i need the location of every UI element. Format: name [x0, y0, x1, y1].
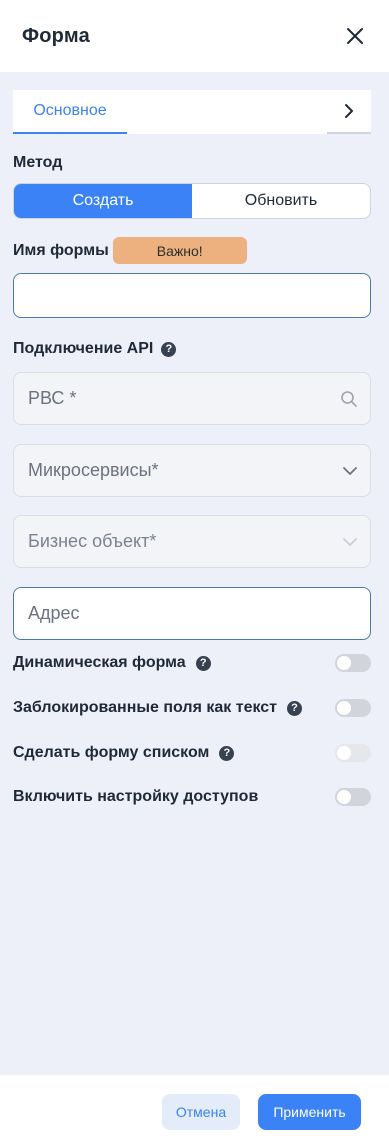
help-icon[interactable]: ? — [195, 655, 211, 671]
panel-body: Основное Метод Создать Обновить Имя форм… — [0, 72, 389, 1075]
business-object-placeholder: Бизнес объект* — [28, 531, 157, 551]
tab-main[interactable]: Основное — [13, 90, 127, 134]
form-settings-panel: Форма Основное Метод Создать Обновить Им… — [0, 0, 389, 1145]
method-label: Метод — [13, 154, 63, 171]
form-name-input[interactable] — [13, 273, 371, 318]
list-form-toggle[interactable] — [335, 744, 371, 762]
api-label-row: Подключение API ? — [13, 340, 177, 358]
tabs-bar: Основное — [13, 90, 371, 134]
method-create-button[interactable]: Создать — [14, 184, 192, 218]
method-update-button[interactable]: Обновить — [192, 184, 370, 218]
address-input[interactable]: Адрес — [13, 587, 371, 640]
list-form-label: Сделать форму списком — [13, 744, 210, 761]
api-label: Подключение API — [13, 340, 154, 357]
toggle-row-locked-fields: Заблокированные поля как текст ? — [13, 696, 371, 720]
locked-fields-toggle[interactable] — [335, 699, 371, 717]
cancel-button[interactable]: Отмена — [162, 1094, 240, 1130]
rbs-search-field[interactable]: РВС * — [13, 372, 371, 425]
chevron-down-icon — [342, 466, 358, 476]
business-object-select[interactable]: Бизнес объект* — [13, 515, 371, 568]
panel-footer: Отмена Применить — [0, 1075, 389, 1145]
important-badge: Важно! — [112, 237, 247, 264]
panel-header: Форма — [0, 0, 389, 72]
help-icon[interactable]: ? — [219, 745, 235, 761]
rbs-placeholder: РВС * — [28, 388, 77, 408]
access-settings-toggle[interactable] — [335, 788, 371, 806]
access-settings-label: Включить настройку доступов — [13, 788, 259, 805]
toggle-row-list-form: Сделать форму списком ? — [13, 741, 371, 765]
help-icon[interactable]: ? — [287, 700, 302, 716]
search-icon — [340, 390, 358, 408]
apply-button[interactable]: Применить — [258, 1094, 361, 1130]
toggle-row-dynamic-form: Динамическая форма ? — [13, 651, 371, 675]
address-placeholder: Адрес — [28, 603, 80, 623]
dynamic-form-toggle[interactable] — [335, 654, 371, 672]
form-name-label: Имя формы — [13, 241, 109, 259]
microservices-placeholder: Микросервисы* — [28, 460, 159, 480]
dynamic-form-label: Динамическая форма — [13, 654, 186, 671]
form-name-label-row: Имя формы Важно! — [13, 237, 247, 264]
microservices-select[interactable]: Микросервисы* — [13, 444, 371, 497]
chevron-down-icon — [342, 537, 358, 547]
close-icon[interactable] — [343, 24, 367, 48]
locked-fields-label: Заблокированные поля как текст — [13, 699, 277, 716]
method-switch: Создать Обновить — [13, 183, 371, 219]
panel-title: Форма — [22, 24, 90, 47]
toggle-row-access-settings: Включить настройку доступов — [13, 785, 371, 809]
chevron-right-icon[interactable] — [327, 90, 371, 134]
help-icon[interactable]: ? — [161, 341, 177, 357]
